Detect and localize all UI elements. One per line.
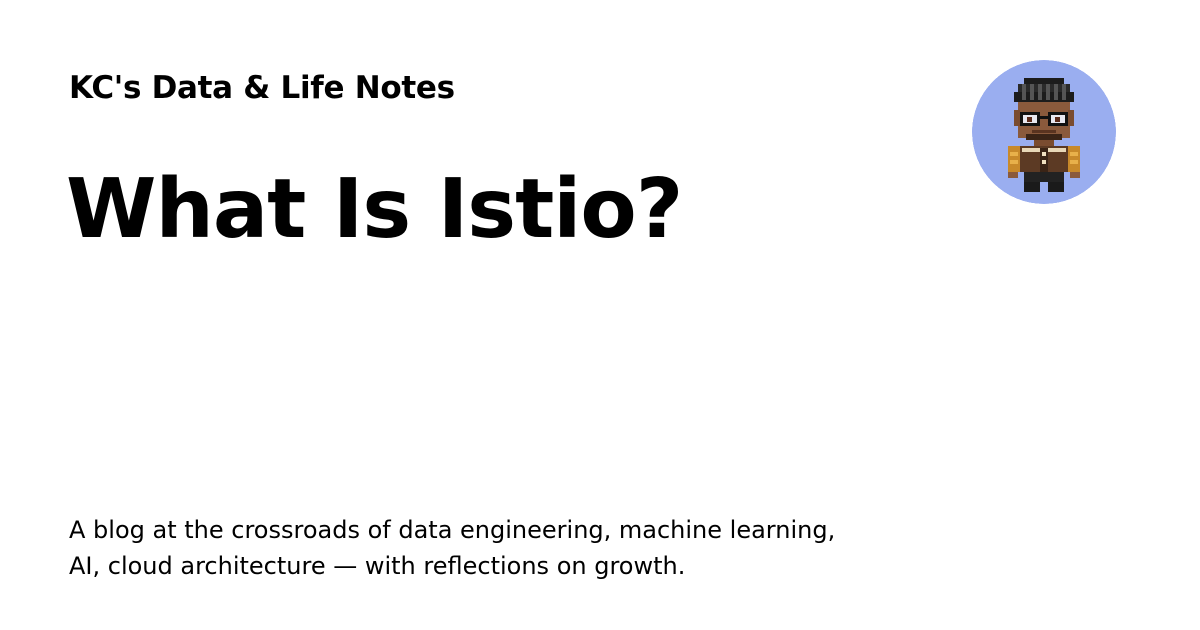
blog-description: A blog at the crossroads of data enginee…	[69, 512, 929, 584]
blog-description-line-2: AI, cloud architecture — with reflection…	[69, 552, 686, 580]
avatar	[972, 60, 1116, 204]
post-title: What Is Istio?	[66, 162, 683, 257]
site-name: KC's Data & Life Notes	[69, 70, 455, 106]
blog-description-line-1: A blog at the crossroads of data enginee…	[69, 516, 836, 544]
pixel-art-person-avatar-icon	[972, 60, 1116, 204]
social-preview-card: KC's Data & Life Notes What Is Istio? A …	[0, 0, 1200, 630]
